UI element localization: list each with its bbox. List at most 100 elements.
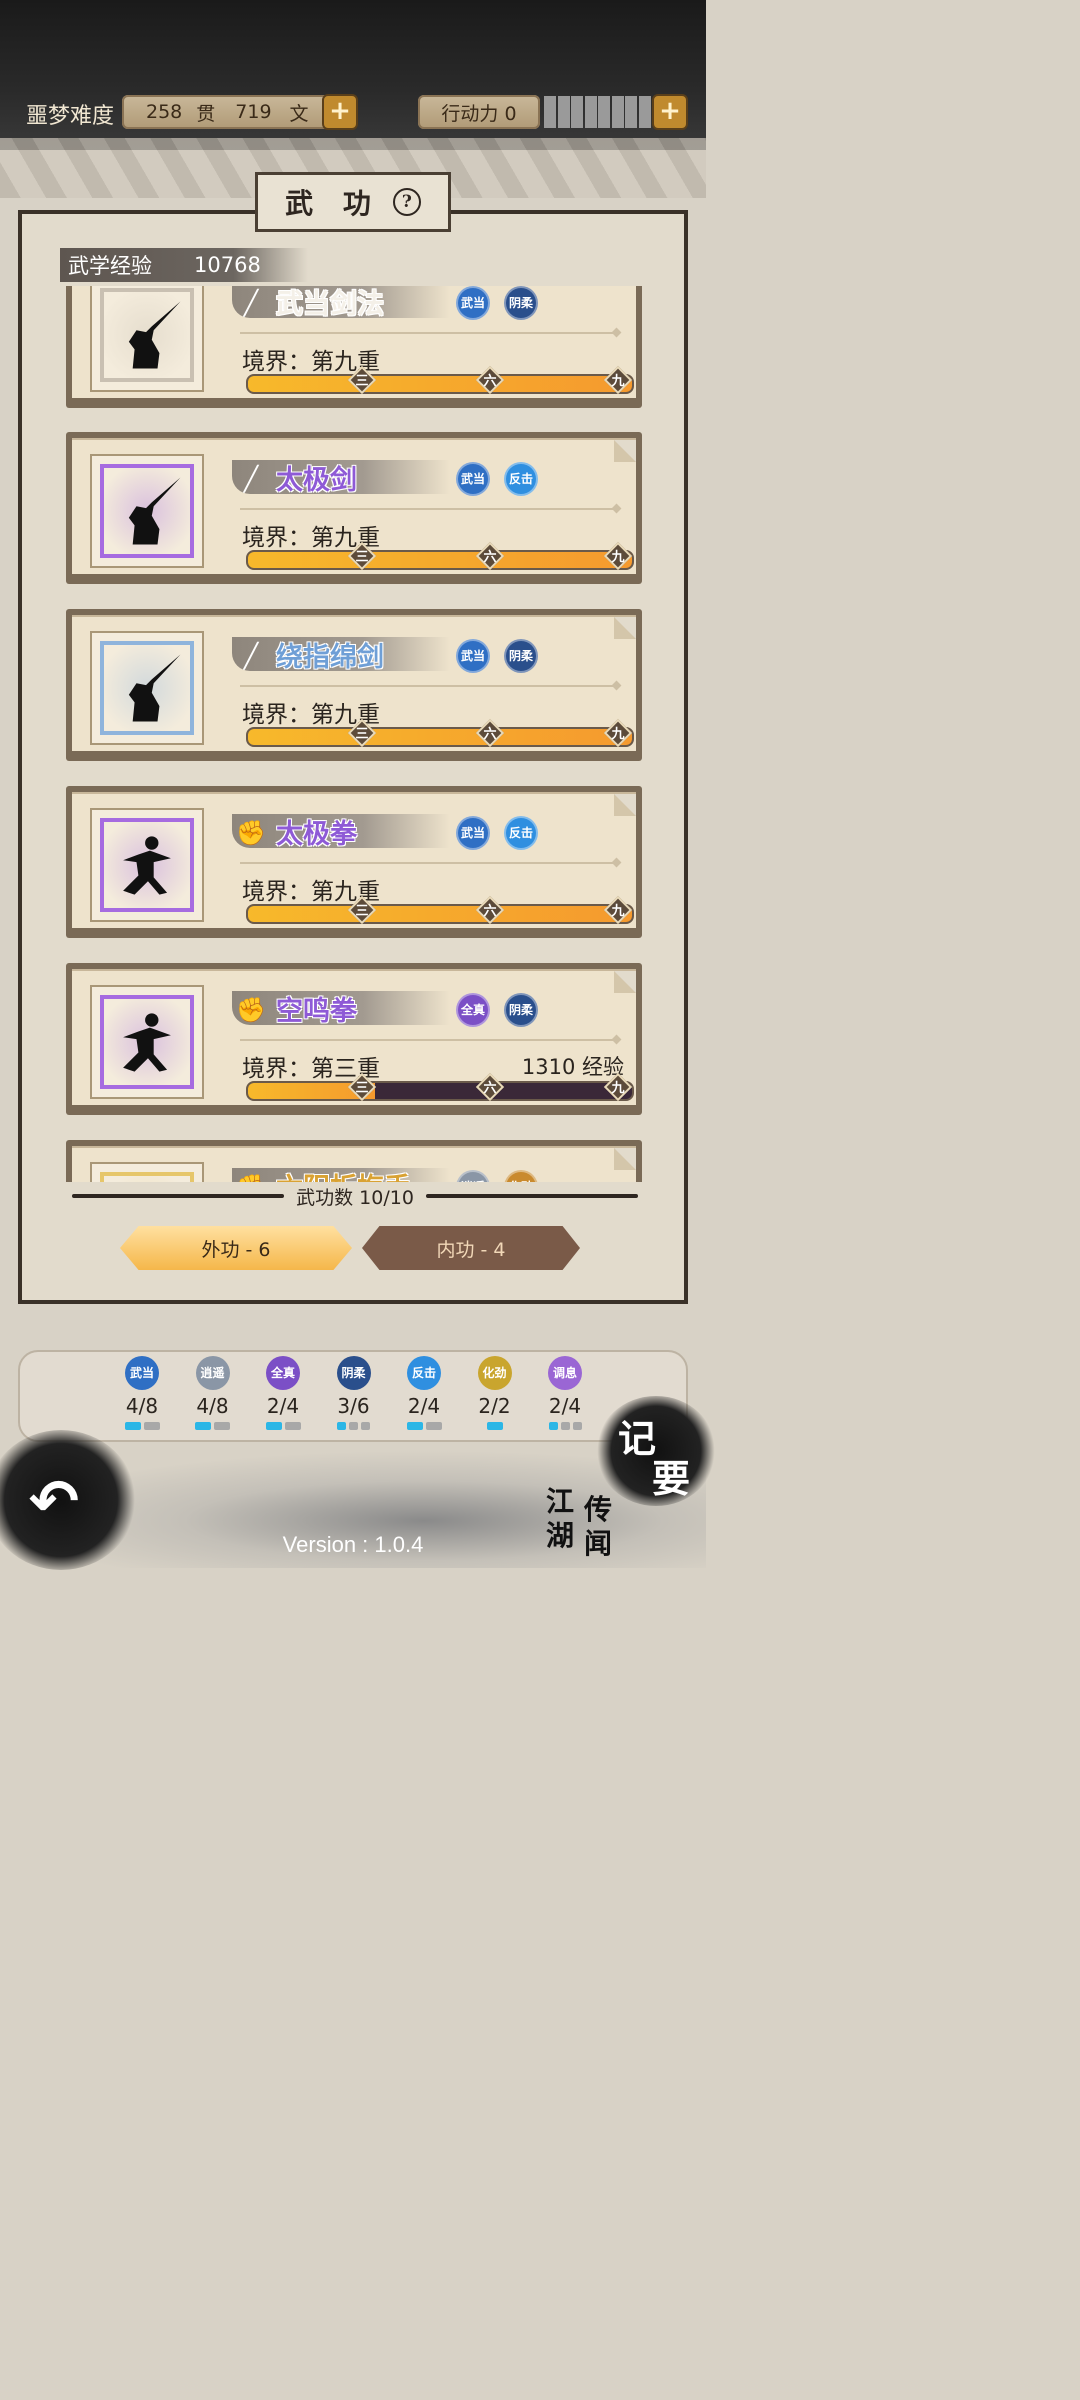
skill-card[interactable]: ✊ 空鸣拳 全真 阴柔 境界：第三重 1310 经验 三六九: [66, 963, 642, 1115]
fist-icon: ✊: [236, 996, 266, 1024]
school-badge-icon: 逍遥: [456, 1170, 490, 1182]
sword-icon: ╱: [243, 642, 259, 670]
skill-portrait: [90, 808, 204, 922]
realm-marker-label: 三: [355, 550, 369, 565]
stamina-label: 行动力 0: [418, 95, 540, 129]
help-icon[interactable]: ?: [392, 188, 421, 216]
school-stat[interactable]: 阴柔 3/6: [324, 1356, 384, 1430]
skill-name: 武当剑法: [276, 289, 384, 320]
skill-card[interactable]: ╱ 绕指绵剑 武当 阴柔 境界：第九重 三六九: [66, 609, 642, 761]
school-stat-pips: [324, 1422, 384, 1430]
boxer-silhouette-icon: [123, 836, 171, 895]
notes-button[interactable]: 记: [618, 1408, 656, 1463]
skill-progress-fill: [248, 376, 632, 392]
add-stamina-button[interactable]: +: [652, 94, 688, 130]
skill-count: 武功数 10/10: [296, 1186, 414, 1209]
money-guan: 258: [146, 101, 183, 123]
school-stat-pips: [465, 1422, 525, 1430]
realm-marker-label: 九: [611, 1081, 625, 1096]
stamina-segment: [584, 96, 597, 128]
skill-progress-fill: [248, 906, 632, 922]
skill-name: 绕指绵剑: [276, 642, 384, 673]
realm-marker-label: 六: [483, 550, 497, 565]
skill-card[interactable]: ✊ 太极拳 武当 反击 境界：第九重 三六九: [66, 786, 642, 938]
realm-marker-label: 三: [355, 904, 369, 919]
school-stat[interactable]: 反击 2/4: [394, 1356, 454, 1430]
school-stat-icon: 全真: [266, 1356, 300, 1390]
skill-name: 太极拳: [276, 819, 357, 850]
skill-card-body: ╱ 武当剑法 武当 阴柔 境界：第九重 三六九: [72, 286, 636, 398]
swordsman-silhouette-icon: [128, 477, 181, 545]
trait-badge-icon: 化劲: [504, 1170, 538, 1182]
money-wen-unit: 文: [289, 102, 309, 125]
school-stat[interactable]: 全真 2/4: [253, 1356, 313, 1430]
page-title: 武 功: [285, 187, 381, 220]
realm-marker-label: 九: [611, 727, 625, 742]
back-arrow-icon[interactable]: ↶: [22, 1470, 86, 1534]
skill-progress-fill: [248, 729, 632, 745]
skill-card[interactable]: ╱ 武当剑法 武当 阴柔 境界：第九重 三六九: [66, 286, 642, 408]
tab-inner-skills[interactable]: 内功 - 4: [362, 1226, 580, 1270]
trait-badge-icon: 反击: [504, 462, 538, 496]
school-stat-icon: 逍遥: [195, 1356, 230, 1390]
trait-badge-icon: 反击: [504, 816, 538, 850]
money-wen: 719: [235, 101, 272, 123]
stamina-segment: [544, 96, 556, 128]
school-badge-icon: 武当: [456, 639, 490, 673]
realm-marker-label: 六: [483, 374, 497, 389]
school-stat[interactable]: 调息 2/4: [535, 1356, 595, 1430]
trait-badge-icon: 阴柔: [504, 286, 538, 320]
add-money-button[interactable]: +: [322, 94, 358, 130]
money-guan-unit: 贯: [196, 102, 216, 125]
sword-icon: ╱: [243, 289, 259, 317]
realm-marker-label: 三: [355, 727, 369, 742]
school-stat-pips: [253, 1422, 313, 1430]
skill-progress-bar: [246, 727, 634, 747]
skill-card[interactable]: ╱ 太极剑 武当 反击 境界：第九重 三六九: [66, 432, 642, 584]
school-stat-icon: 武当: [125, 1356, 159, 1390]
school-stat-value: 4/8: [125, 1394, 159, 1418]
tab-outer-skills[interactable]: 外功 - 6: [120, 1226, 352, 1270]
martial-exp-row: 武学经验 10768: [60, 248, 308, 282]
school-stat[interactable]: 武当 4/8: [112, 1356, 172, 1430]
skill-portrait: [90, 1162, 204, 1182]
skill-card-body: ✊ 六阳折梅手 逍遥 化劲 三六九: [72, 1146, 636, 1182]
realm-marker-label: 六: [483, 1081, 497, 1096]
school-stat-value: 2/2: [478, 1394, 511, 1418]
stamina-segment: [571, 96, 583, 128]
school-stat-pips: [394, 1422, 454, 1430]
school-badge-icon: 全真: [456, 993, 490, 1027]
skill-progress-fill: [248, 552, 632, 568]
difficulty-label: 噩梦难度: [26, 104, 115, 129]
stamina-segment: [611, 96, 624, 128]
skill-card[interactable]: ✊ 六阳折梅手 逍遥 化劲 三六九: [66, 1140, 642, 1182]
skill-portrait: [90, 985, 204, 1099]
exp-label: 武学经验: [68, 254, 152, 278]
school-stat-icon: 反击: [407, 1356, 441, 1390]
notes-button-2[interactable]: 要: [652, 1448, 690, 1503]
skill-progress-bar: [246, 374, 634, 394]
trait-badge-icon: 阴柔: [504, 639, 538, 673]
school-stat-icon: 阴柔: [336, 1356, 371, 1390]
realm-marker-label: 三: [355, 374, 369, 389]
school-badge-icon: 武当: [456, 462, 490, 496]
school-stat-value: 3/6: [337, 1394, 370, 1418]
school-stat-pips: [183, 1422, 243, 1430]
school-stat[interactable]: 化劲 2/2: [465, 1356, 525, 1430]
school-stat-pips: [112, 1422, 172, 1430]
money-display: 258 贯 719 文: [122, 95, 352, 129]
skill-count-bar: 武功数 10/10: [60, 1182, 650, 1210]
skill-name: 太极剑: [276, 465, 357, 496]
fist-icon: ✊: [236, 819, 266, 847]
skill-list[interactable]: ╱ 武当剑法 武当 阴柔 境界：第九重 三六九 ╱ 太极剑 武当 反击 境界：第…: [60, 286, 650, 1182]
stamina-segment: [557, 96, 570, 128]
swordsman-silhouette-icon: [128, 654, 181, 722]
version-label: Version : 1.0.4: [282, 1532, 424, 1557]
stamina-segment: [638, 96, 651, 128]
realm-marker-label: 三: [355, 1081, 369, 1096]
skill-card-body: ╱ 绕指绵剑 武当 阴柔 境界：第九重 三六九: [72, 615, 636, 751]
school-stat[interactable]: 逍遥 4/8: [183, 1356, 243, 1430]
realm-marker-label: 九: [611, 904, 625, 919]
school-stat-pips: [535, 1422, 595, 1430]
skill-card-body: ✊ 太极拳 武当 反击 境界：第九重 三六九: [72, 792, 636, 928]
